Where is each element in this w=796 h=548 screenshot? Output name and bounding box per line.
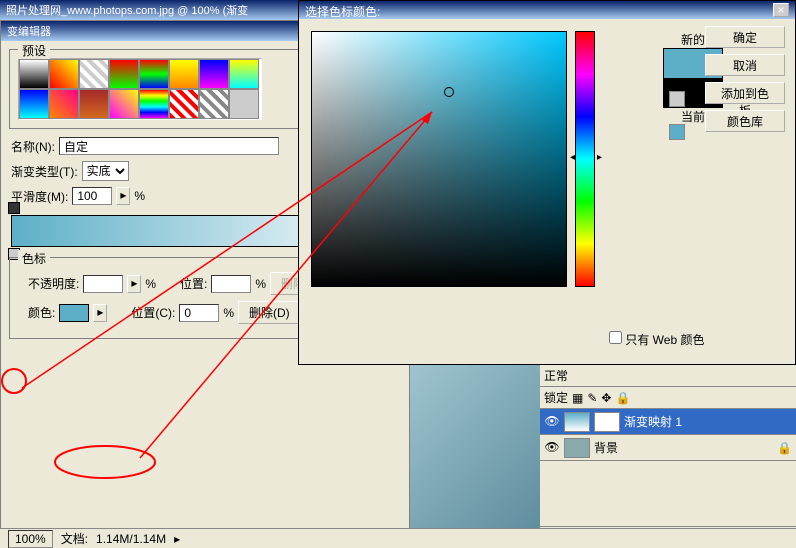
- visibility-icon-2[interactable]: 👁: [544, 440, 560, 456]
- color-label: 颜色:: [28, 304, 55, 321]
- layer-row-background[interactable]: 👁 背景 🔒: [540, 435, 796, 461]
- color-picker-title: 选择色标颜色:: [305, 3, 380, 17]
- web-only-row: 只有 Web 颜色: [609, 331, 704, 348]
- delete-color-button[interactable]: 删除(D): [238, 301, 301, 324]
- smoothness-arrow[interactable]: ▸: [116, 187, 130, 205]
- preset-swatch-8[interactable]: [19, 89, 49, 119]
- preset-swatch-13[interactable]: [169, 89, 199, 119]
- lock-all-icon[interactable]: 🔒: [615, 391, 630, 405]
- color-field[interactable]: [311, 31, 567, 287]
- web-safe-swatch[interactable]: [669, 124, 685, 140]
- layers-lock-row: 锁定 ▦ ✎ ✥ 🔒: [540, 387, 796, 409]
- hue-strip[interactable]: ◂▸: [575, 31, 595, 287]
- close-button[interactable]: ×: [773, 3, 789, 17]
- preset-swatch-3[interactable]: [109, 59, 139, 89]
- opacity-stop-left[interactable]: [8, 202, 20, 214]
- preset-swatch-14[interactable]: [199, 89, 229, 119]
- position-input: [211, 275, 251, 293]
- color-cursor-icon: [444, 87, 454, 97]
- color-picker-buttons: 确定 取消 添加到色板 颜色库: [705, 26, 785, 132]
- layer-thumb-bg[interactable]: [564, 438, 590, 458]
- layers-header: 正常: [540, 365, 796, 387]
- percent3: %: [255, 277, 266, 291]
- opacity-input: [83, 275, 123, 293]
- layer-row-gradient-map[interactable]: 👁 渐变映射 1: [540, 409, 796, 435]
- percent2: %: [145, 277, 156, 291]
- statusbar: 100% 文档: 1.14M/1.14M ▸: [0, 528, 796, 548]
- lock-move-icon[interactable]: ✥: [601, 391, 611, 405]
- preset-swatch-11[interactable]: [109, 89, 139, 119]
- position-c-label: 位置(C):: [131, 304, 175, 321]
- doc-label: 文档:: [61, 530, 88, 547]
- doc-size: 1.14M/1.14M: [96, 532, 166, 546]
- percent: %: [134, 189, 145, 203]
- lock-icon: 🔒: [777, 441, 792, 455]
- position-c-input[interactable]: [179, 304, 219, 322]
- preset-swatch-1[interactable]: [49, 59, 79, 89]
- layer-thumb-adj[interactable]: [564, 412, 590, 432]
- preset-swatch-15[interactable]: [229, 89, 259, 119]
- add-to-swatches-button[interactable]: 添加到色板: [705, 82, 785, 104]
- preset-swatch-0[interactable]: [19, 59, 49, 89]
- lock-transparency-icon[interactable]: ▦: [572, 391, 583, 405]
- name-input[interactable]: [59, 137, 279, 155]
- preset-swatch-2[interactable]: [79, 59, 109, 89]
- position-label: 位置:: [180, 275, 207, 292]
- smoothness-input[interactable]: [72, 187, 112, 205]
- color-well[interactable]: [59, 304, 89, 322]
- color-picker-header: 选择色标颜色: ×: [299, 1, 795, 19]
- cancel-button[interactable]: 取消: [705, 54, 785, 76]
- preset-swatch-4[interactable]: [139, 59, 169, 89]
- web-only-label: 只有 Web 颜色: [625, 333, 704, 347]
- name-label: 名称(N):: [11, 138, 55, 155]
- preset-grid[interactable]: [18, 58, 262, 120]
- zoom-level[interactable]: 100%: [8, 530, 53, 548]
- preset-label: 预设: [18, 42, 50, 59]
- gradient-type-label: 渐变类型(T):: [11, 163, 78, 180]
- stops-label: 色标: [18, 250, 50, 267]
- preset-swatch-12[interactable]: [139, 89, 169, 119]
- preset-swatch-6[interactable]: [199, 59, 229, 89]
- preset-swatch-7[interactable]: [229, 59, 259, 89]
- visibility-icon[interactable]: 👁: [544, 414, 560, 430]
- layer-name-2: 背景: [594, 439, 618, 456]
- warning-cube-icon[interactable]: [669, 91, 685, 107]
- ok-button[interactable]: 确定: [705, 26, 785, 48]
- main-title: 照片处理网_www.photops.com.jpg @ 100% (渐变: [6, 2, 248, 18]
- layer-name-1: 渐变映射 1: [624, 413, 682, 430]
- web-only-checkbox[interactable]: [609, 331, 622, 344]
- color-arrow[interactable]: ▸: [93, 304, 107, 322]
- opacity-label: 不透明度:: [28, 275, 79, 292]
- layer-mask-thumb[interactable]: [594, 412, 620, 432]
- preset-swatch-5[interactable]: [169, 59, 199, 89]
- opacity-arrow: ▸: [127, 275, 141, 293]
- preset-swatch-9[interactable]: [49, 89, 79, 119]
- new-label: 新的: [681, 31, 705, 48]
- color-lib-button[interactable]: 颜色库: [705, 110, 785, 132]
- color-picker-dialog: 选择色标颜色: × ◂▸ 新的 当前 确定 取消 添: [298, 0, 796, 365]
- gradient-type-select[interactable]: 实底: [82, 161, 129, 181]
- layers-panel: 正常 锁定 ▦ ✎ ✥ 🔒 👁 渐变映射 1 👁 背景 🔒 🔗 fx ◐ ◑ 📁…: [540, 365, 796, 548]
- lock-brush-icon[interactable]: ✎: [587, 391, 597, 405]
- lock-label: 锁定: [544, 389, 568, 406]
- statusbar-arrow-icon[interactable]: ▸: [174, 532, 180, 546]
- image-preview: [410, 365, 540, 548]
- percent4: %: [223, 306, 234, 320]
- preset-swatch-10[interactable]: [79, 89, 109, 119]
- blend-mode[interactable]: 正常: [544, 367, 568, 384]
